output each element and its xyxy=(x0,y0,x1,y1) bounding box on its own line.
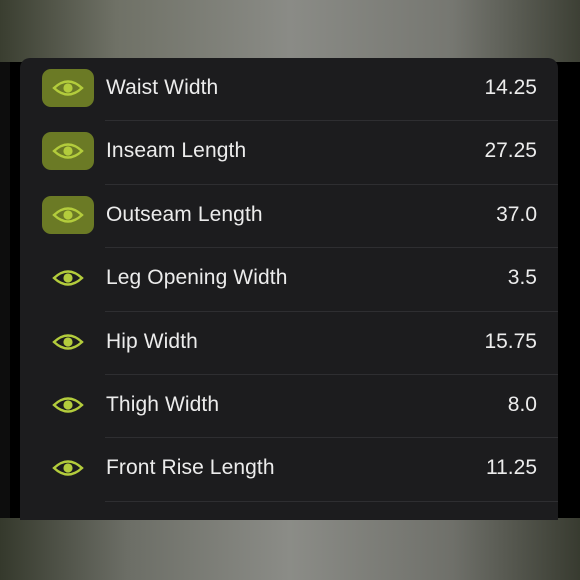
eye-icon xyxy=(52,207,84,223)
measurement-value: 8.0 xyxy=(507,393,537,416)
measurement-row-thigh-width[interactable]: Thigh Width 8.0 xyxy=(20,375,558,439)
measurement-value: 37.0 xyxy=(496,202,537,226)
eye-icon xyxy=(52,333,84,350)
row-divider xyxy=(105,500,558,502)
measurement-label: Thigh Width xyxy=(106,393,220,416)
visibility-toggle[interactable] xyxy=(42,449,94,487)
measurement-row-front-rise-length[interactable]: Front Rise Length 11.25 xyxy=(20,438,558,502)
measurement-label: Leg Opening Width xyxy=(106,266,288,290)
measurements-list: Waist Width 14.25 Inseam Length 27.25 Ou… xyxy=(20,58,558,520)
measurement-label: Front Rise Length xyxy=(106,456,275,480)
visibility-toggle[interactable] xyxy=(42,69,94,107)
measurement-label: Hip Width xyxy=(106,329,198,353)
measurement-label: Outseam Length xyxy=(106,202,263,226)
measurement-row-inseam-length[interactable]: Inseam Length 27.25 xyxy=(20,121,558,185)
measurement-row-waist-width[interactable]: Waist Width 14.25 xyxy=(20,58,558,122)
eye-icon xyxy=(52,80,84,96)
visibility-toggle[interactable] xyxy=(42,259,94,297)
measurement-row-leg-opening-width[interactable]: Leg Opening Width 3.5 xyxy=(20,248,558,312)
visibility-toggle[interactable] xyxy=(42,195,94,234)
visibility-toggle[interactable] xyxy=(42,132,94,171)
background-bottom-blur xyxy=(0,518,580,580)
measurement-value: 11.25 xyxy=(486,456,537,480)
measurement-row-hip-width[interactable]: Hip Width 15.75 xyxy=(20,312,558,375)
background-top-blur xyxy=(0,0,580,62)
measurement-label: Inseam Length xyxy=(106,139,247,163)
measurement-label: Waist Width xyxy=(106,76,219,99)
measurement-value: 14.25 xyxy=(484,76,537,99)
background-left-edge xyxy=(0,62,10,518)
measurement-value: 3.5 xyxy=(507,266,537,290)
eye-icon xyxy=(52,270,84,286)
visibility-toggle[interactable] xyxy=(42,323,94,361)
measurement-row-outseam-length[interactable]: Outseam Length 37.0 xyxy=(20,185,558,249)
eye-icon xyxy=(52,397,84,413)
measurement-value: 27.25 xyxy=(484,139,537,163)
eye-icon xyxy=(52,143,84,160)
visibility-toggle[interactable] xyxy=(42,386,94,424)
eye-icon xyxy=(52,460,84,477)
measurement-value: 15.75 xyxy=(484,329,537,353)
